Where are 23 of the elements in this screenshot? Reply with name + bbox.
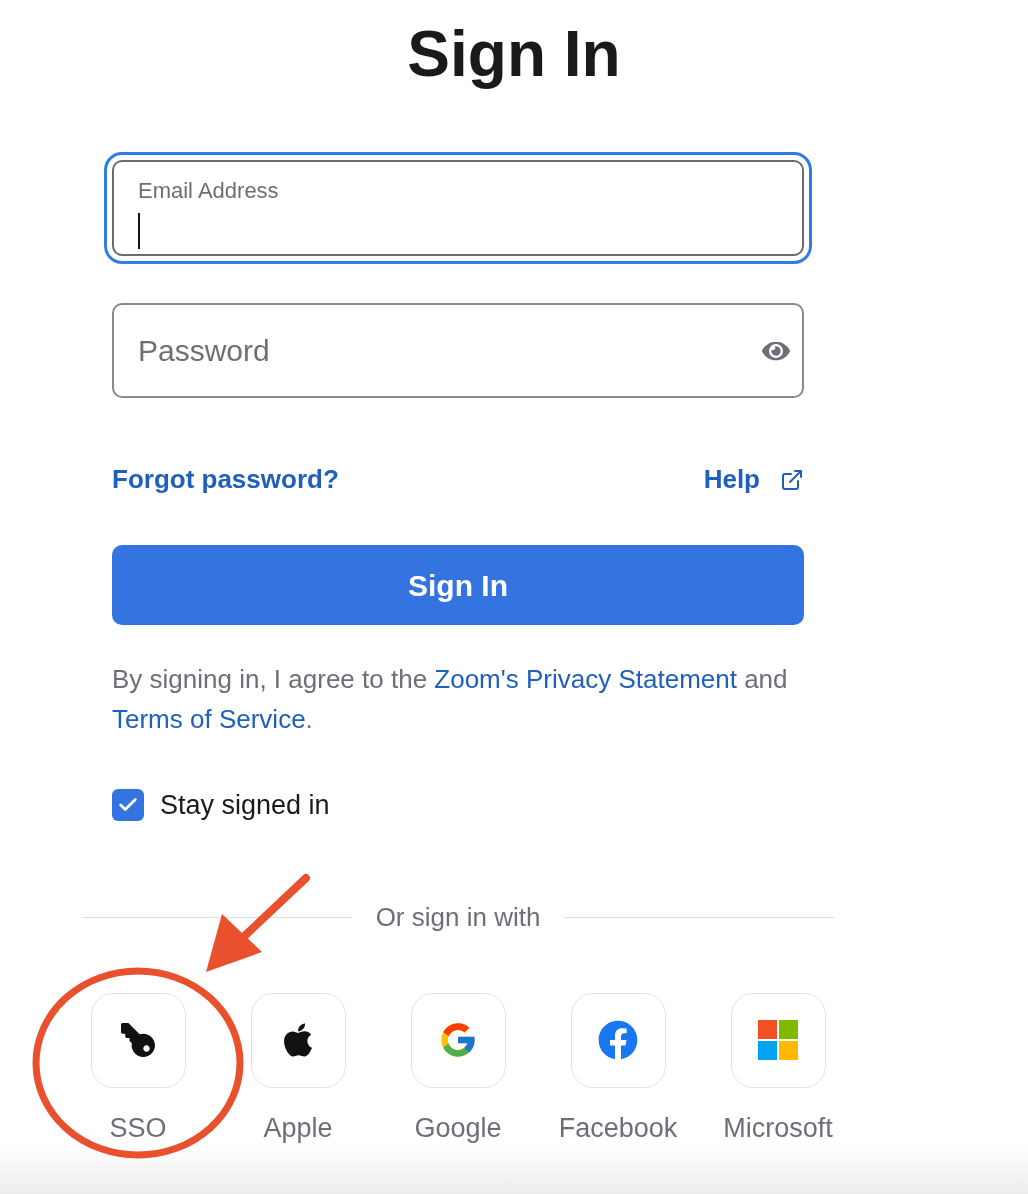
- policy-link[interactable]: Zoom's Privacy Statement: [434, 664, 737, 694]
- windows-squares-icon: [758, 1020, 798, 1060]
- forgot-password-link[interactable]: Forgot password?: [112, 460, 339, 499]
- facebook-icon: [598, 1020, 638, 1060]
- social-sign-in-button[interactable]: [250, 992, 346, 1088]
- divider-label: Or sign in with: [375, 900, 541, 934]
- google-icon: [438, 1020, 478, 1060]
- help-link[interactable]: Help: [703, 460, 804, 499]
- social-label: Microsoft: [723, 1111, 833, 1145]
- external-link-icon: [780, 467, 804, 492]
- social-label: Apple: [263, 1111, 333, 1145]
- password-field[interactable]: Password: [112, 303, 804, 398]
- social-label: Facebook: [558, 1111, 678, 1145]
- social-label: SSO: [109, 1111, 167, 1145]
- checkbox[interactable]: [112, 789, 144, 822]
- social-label: Google: [414, 1111, 502, 1145]
- policy-link[interactable]: Terms of Service: [112, 704, 306, 734]
- sign-in-button[interactable]: Sign In: [112, 545, 804, 625]
- text-cursor: [138, 213, 140, 249]
- consent-text: By signing in, I agree to the Zoom's Privacy Statement and Terms of Service.: [112, 663, 789, 736]
- checkbox-label: Stay signed in: [160, 789, 330, 822]
- social-sign-in-button[interactable]: [90, 992, 186, 1088]
- key-icon: [121, 1023, 155, 1057]
